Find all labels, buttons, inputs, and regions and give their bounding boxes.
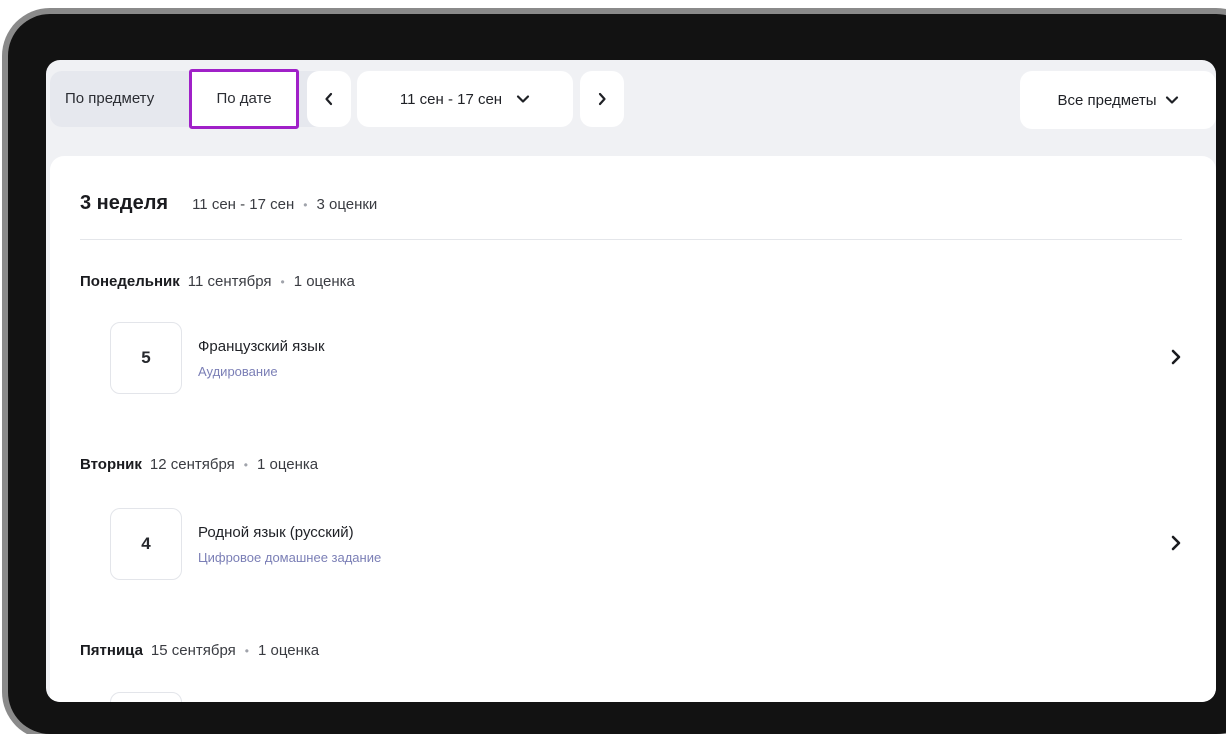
chevron-right-icon: [598, 92, 606, 106]
day-grade-count: 1 оценка: [293, 273, 355, 290]
day-name: Пятница: [80, 642, 143, 659]
week-header: 3 неделя 11 сен - 17 сен • 3 оценки: [80, 192, 377, 215]
chevron-down-icon: [516, 95, 530, 103]
grade-row-french[interactable]: 5 Французский язык Аудирование: [110, 322, 1216, 396]
day-grade-count: 1 оценка: [257, 642, 320, 659]
tab-by-date[interactable]: По дате: [189, 69, 299, 129]
tab-by-subject[interactable]: По предмету: [65, 71, 154, 127]
grade-value: 4: [110, 508, 182, 580]
day-name: Вторник: [80, 456, 142, 473]
work-type: Цифровое домашнее задание: [198, 550, 382, 565]
date-range-label: 11 сен - 17 сен: [399, 90, 503, 108]
grades-card: 3 неделя 11 сен - 17 сен • 3 оценки Поне…: [50, 156, 1216, 702]
chevron-right-icon: [1171, 349, 1181, 365]
grade-row-friday[interactable]: [110, 692, 1216, 702]
day-header-monday: Понедельник 11 сентября • 1 оценка: [80, 273, 355, 290]
app-screen: По предмету По дате 11 сен - 17 сен Все …: [46, 60, 1216, 702]
chevron-right-icon: [1171, 535, 1181, 551]
tablet-frame: По предмету По дате 11 сен - 17 сен Все …: [8, 14, 1226, 734]
week-title: 3 неделя: [80, 192, 169, 214]
day-name: Понедельник: [80, 273, 180, 290]
grade-value: [110, 692, 182, 702]
day-grade-count: 1 оценка: [256, 456, 319, 473]
separator-dot: •: [244, 644, 249, 658]
separator-dot: •: [280, 275, 285, 289]
work-type: Аудирование: [198, 364, 278, 379]
grade-value: 5: [110, 322, 182, 394]
prev-week-button[interactable]: [307, 71, 351, 127]
chevron-left-icon: [325, 92, 333, 106]
date-range-select[interactable]: 11 сен - 17 сен: [357, 71, 573, 127]
chevron-down-icon: [1165, 96, 1178, 104]
day-header-friday: Пятница 15 сентября • 1 оценка: [80, 642, 319, 659]
next-week-button[interactable]: [580, 71, 624, 127]
day-date: 11 сентября: [187, 273, 272, 290]
toolbar: По предмету По дате 11 сен - 17 сен Все …: [46, 60, 1216, 156]
day-date: 15 сентября: [150, 642, 236, 659]
subject-name: Французский язык: [198, 338, 325, 355]
subject-filter-select[interactable]: Все предметы: [1020, 71, 1216, 129]
separator-dot: •: [303, 198, 308, 212]
separator-dot: •: [243, 458, 248, 472]
subject-name: Родной язык (русский): [198, 524, 354, 541]
day-header-tuesday: Вторник 12 сентября • 1 оценка: [80, 456, 318, 473]
week-range: 11 сен - 17 сен: [192, 196, 295, 213]
grade-row-native-language[interactable]: 4 Родной язык (русский) Цифровое домашне…: [110, 508, 1216, 582]
day-date: 12 сентября: [149, 456, 235, 473]
divider: [80, 239, 1182, 240]
subject-filter-label: Все предметы: [1057, 91, 1157, 109]
week-grade-count: 3 оценки: [316, 196, 378, 213]
